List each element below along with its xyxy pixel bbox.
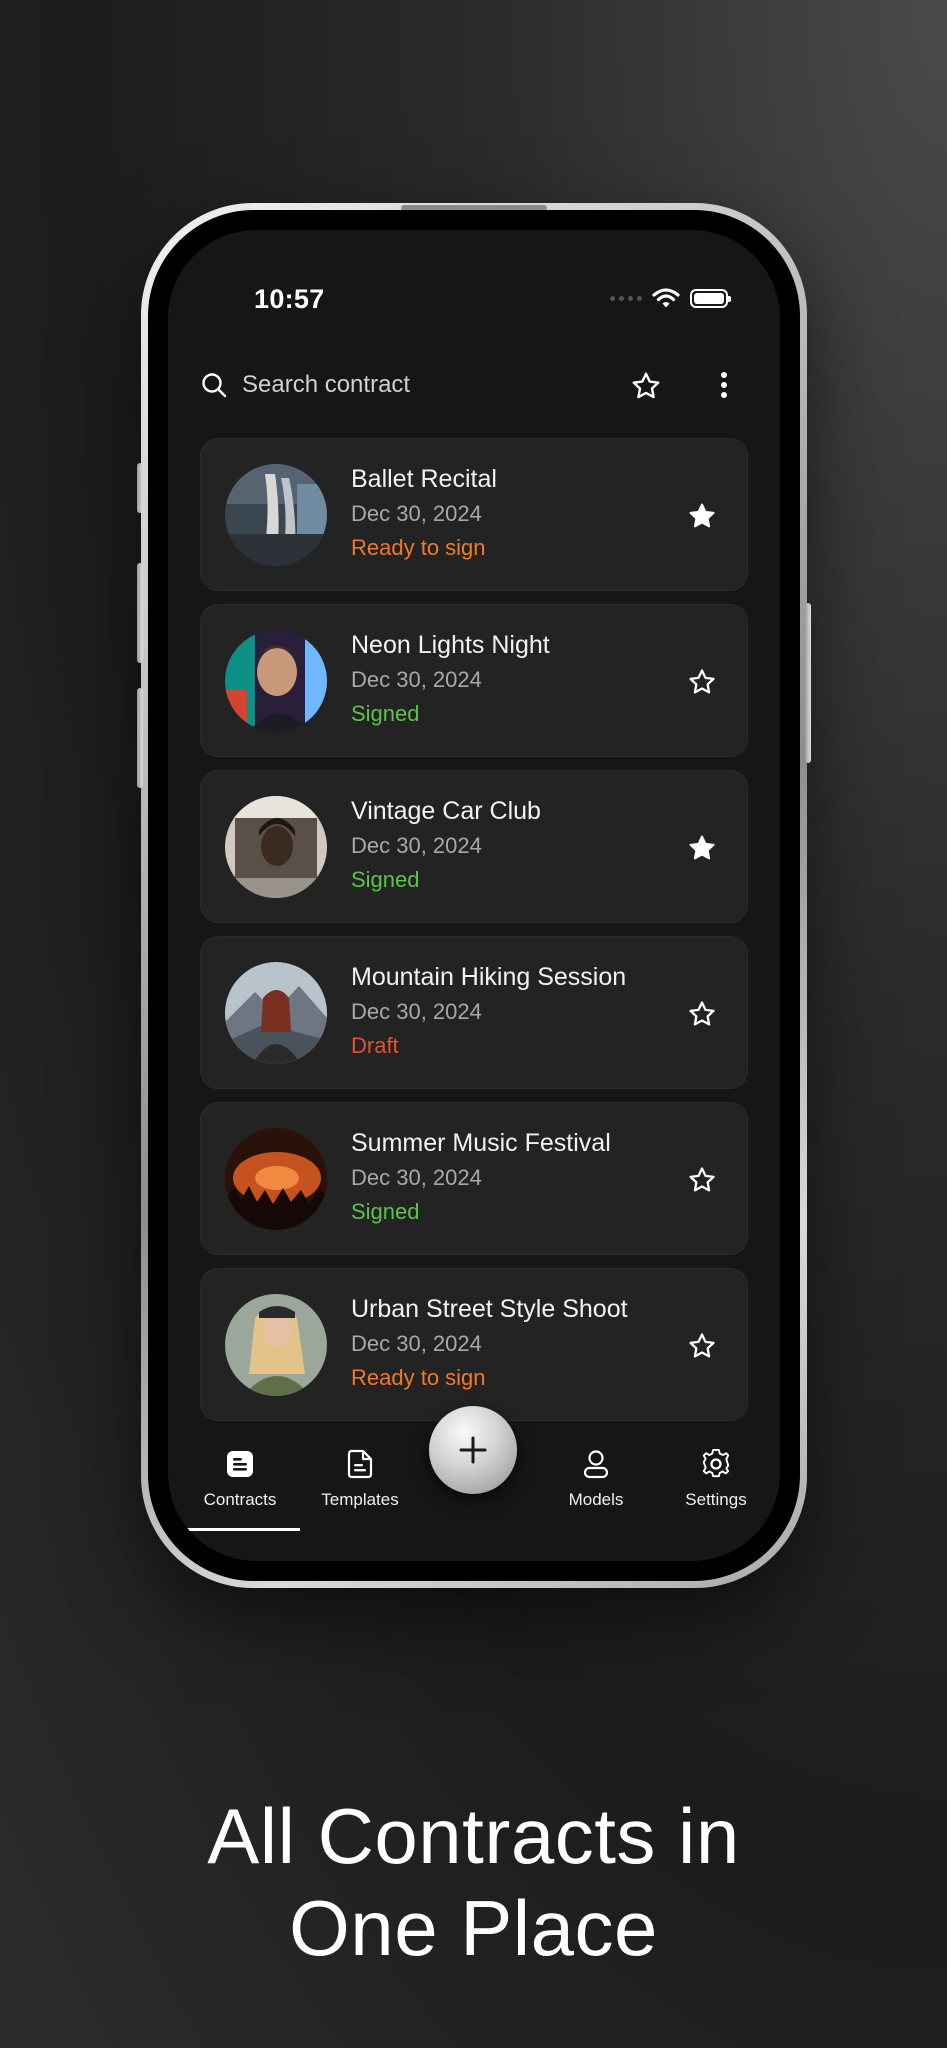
contract-status: Draft	[351, 1033, 399, 1058]
contract-card[interactable]: Mountain Hiking Session Dec 30, 2024 Dra…	[200, 936, 748, 1089]
favorites-star-icon[interactable]	[630, 370, 662, 402]
tab-label: Templates	[321, 1490, 399, 1509]
car-window-portrait-photo	[225, 796, 327, 898]
more-options-icon[interactable]	[714, 368, 734, 402]
contract-card[interactable]: Summer Music Festival Dec 30, 2024 Signe…	[200, 1102, 748, 1255]
contract-date: Dec 30, 2024	[351, 1331, 482, 1356]
contract-title: Mountain Hiking Session	[351, 963, 627, 991]
tab-templates[interactable]: Templates	[300, 1430, 420, 1520]
headline-line-1: All Contracts in	[207, 1792, 740, 1880]
action-button	[137, 463, 143, 513]
contract-date: Dec 30, 2024	[351, 1165, 482, 1190]
contract-title: Neon Lights Night	[351, 631, 550, 659]
search-icon	[202, 373, 227, 398]
concert-crowd-photo	[225, 1128, 327, 1230]
headline-line-2: One Place	[289, 1884, 658, 1972]
plus-icon	[459, 1436, 487, 1464]
add-contract-button[interactable]	[429, 1406, 517, 1494]
star-filled-icon[interactable]	[687, 833, 717, 863]
status-icons	[610, 287, 731, 309]
contract-status: Ready to sign	[351, 1365, 486, 1390]
person-icon	[583, 1450, 609, 1479]
status-time: 10:57	[254, 284, 325, 314]
contract-title: Ballet Recital	[351, 465, 497, 493]
star-outline-icon[interactable]	[687, 999, 717, 1029]
star-outline-icon[interactable]	[687, 667, 717, 697]
ballet-shoes-photo	[225, 464, 327, 566]
signal-icon	[610, 295, 642, 301]
volume-down-button	[137, 688, 143, 788]
volume-up-button	[137, 563, 143, 663]
contract-card[interactable]: Urban Street Style Shoot Dec 30, 2024 Re…	[200, 1268, 748, 1421]
contract-date: Dec 30, 2024	[351, 999, 482, 1024]
wifi-icon	[652, 288, 680, 308]
star-filled-icon[interactable]	[687, 501, 717, 531]
gear-icon	[702, 1448, 730, 1478]
neon-portrait-photo	[225, 630, 327, 732]
mountain-hiker-photo	[225, 962, 327, 1064]
contract-doc-icon	[227, 1451, 253, 1477]
active-tab-indicator	[180, 1528, 300, 1531]
contract-date: Dec 30, 2024	[351, 501, 482, 526]
tab-label: Settings	[685, 1490, 747, 1509]
street-style-portrait-photo	[225, 1294, 327, 1396]
phone-frame: 10:57 Search contract Ballet Recital Dec…	[137, 203, 811, 1588]
star-outline-icon[interactable]	[687, 1165, 717, 1195]
contract-status: Signed	[351, 701, 420, 726]
template-doc-icon	[347, 1449, 373, 1479]
contract-date: Dec 30, 2024	[351, 833, 482, 858]
tab-settings[interactable]: Settings	[656, 1430, 776, 1520]
power-button	[805, 603, 811, 763]
app-screen: 10:57 Search contract Ballet Recital Dec…	[168, 230, 780, 1561]
phone-bezel: 10:57 Search contract Ballet Recital Dec…	[148, 210, 800, 1581]
marketing-headline: All Contracts in One Place	[0, 1790, 947, 1974]
contract-date: Dec 30, 2024	[351, 667, 482, 692]
tab-label: Contracts	[203, 1490, 277, 1509]
contract-status: Signed	[351, 1199, 420, 1224]
search-bar	[198, 360, 750, 410]
contract-status: Signed	[351, 867, 420, 892]
contract-card[interactable]: Neon Lights Night Dec 30, 2024 Signed	[200, 604, 748, 757]
tab-models[interactable]: Models	[536, 1430, 656, 1520]
tab-bar: Contracts Templates Models Settings	[168, 1406, 780, 1561]
tab-contracts[interactable]: Contracts	[180, 1430, 300, 1520]
contract-title: Urban Street Style Shoot	[351, 1295, 628, 1323]
contract-title: Summer Music Festival	[351, 1129, 611, 1157]
contract-title: Vintage Car Club	[351, 797, 541, 825]
contract-status: Ready to sign	[351, 535, 486, 560]
tab-label: Models	[568, 1490, 624, 1509]
contract-card[interactable]: Ballet Recital Dec 30, 2024 Ready to sig…	[200, 438, 748, 591]
contract-card[interactable]: Vintage Car Club Dec 30, 2024 Signed	[200, 770, 748, 923]
search-input[interactable]	[242, 371, 622, 399]
star-outline-icon[interactable]	[687, 1331, 717, 1361]
battery-icon	[690, 288, 731, 308]
contract-list: Ballet Recital Dec 30, 2024 Ready to sig…	[200, 438, 748, 1474]
